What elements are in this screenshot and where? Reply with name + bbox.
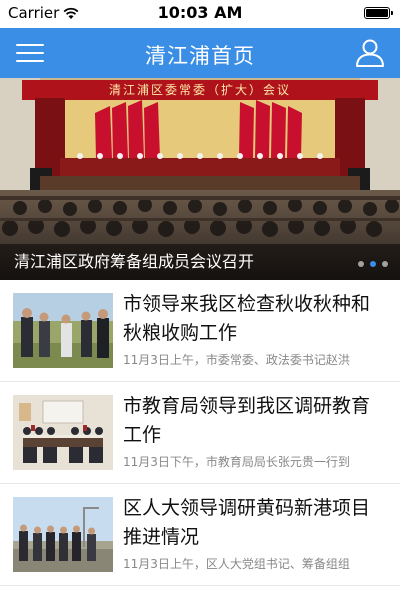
battery-icon (364, 7, 393, 19)
news-thumbnail-image (13, 293, 113, 368)
carousel-dot[interactable] (382, 261, 388, 267)
news-summary: 11月3日上午，市委常委、政法委书记赵洪 (123, 353, 350, 367)
news-title: 市领导来我区检查秋收秋种和秋粮收购工作 (123, 293, 371, 344)
news-summary: 11月3日上午，区人大党组书记、筹备组组 (123, 557, 350, 571)
news-summary: 11月3日下午，市教育局局长张元贵一行到 (123, 455, 350, 469)
carousel-indicators (358, 261, 388, 267)
news-title: 区人大领导调研黄码新港项目推进情况 (123, 497, 371, 548)
carousel-dot[interactable] (358, 261, 364, 267)
news-item[interactable]: 市教育局领导到我区调研教育工作 11月3日下午，市教育局局长张元贵一行到 (0, 382, 400, 484)
news-item[interactable]: 市领导来我区检查秋收秋种和秋粮收购工作 11月3日上午，市委常委、政法委书记赵洪 (0, 280, 400, 382)
news-list: 市领导来我区检查秋收秋种和秋粮收购工作 11月3日上午，市委常委、政法委书记赵洪… (0, 280, 400, 586)
nav-bar: 清江浦首页 (0, 28, 400, 78)
carousel-dot-active[interactable] (370, 261, 376, 267)
page-title: 清江浦首页 (145, 44, 255, 68)
news-item[interactable]: 区人大领导调研黄码新港项目推进情况 11月3日上午，区人大党组书记、筹备组组 (0, 484, 400, 586)
banner-carousel[interactable]: 清江浦区委常委（扩大）会议 清江浦区政府筹备组成员会议召开 (0, 78, 400, 280)
status-bar: Carrier 10:03 AM (0, 0, 400, 28)
clock: 10:03 AM (157, 3, 243, 22)
banner-caption: 清江浦区政府筹备组成员会议召开 (14, 252, 255, 271)
news-title: 市教育局领导到我区调研教育工作 (123, 395, 371, 446)
news-thumbnail-image (13, 395, 113, 470)
news-thumbnail-image (13, 497, 113, 572)
banner-sign-text: 清江浦区委常委（扩大）会议 (108, 83, 291, 97)
user-profile-icon[interactable] (354, 37, 386, 69)
